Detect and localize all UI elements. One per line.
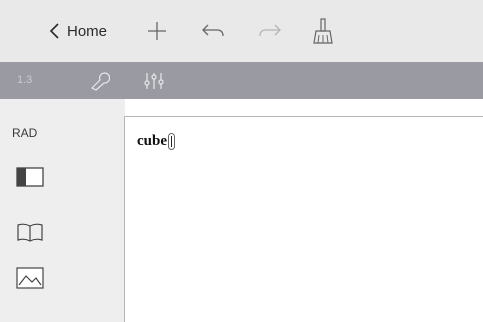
cursor-placeholder[interactable]: [168, 133, 175, 150]
home-button[interactable]: Home: [44, 0, 107, 62]
sliders-icon: [144, 72, 164, 89]
settings-button[interactable]: [143, 62, 165, 99]
angle-mode-indicator[interactable]: RAD: [12, 126, 37, 140]
page-gutter: [70, 99, 125, 322]
redo-button[interactable]: [255, 0, 285, 62]
notes-button[interactable]: [16, 222, 44, 247]
chevron-left-icon: [49, 23, 59, 39]
layout-button[interactable]: [16, 167, 44, 192]
home-label: Home: [67, 22, 108, 40]
tool-strip: 1.3: [0, 62, 483, 99]
undo-icon: [202, 24, 224, 37]
broom-icon: [313, 18, 333, 44]
clear-button[interactable]: [308, 0, 338, 62]
graphs-button[interactable]: [16, 267, 44, 294]
image-icon: [16, 267, 44, 289]
plus-icon: [148, 22, 166, 40]
left-rail: RAD: [0, 99, 70, 322]
wrench-icon: [90, 71, 110, 91]
redo-icon: [259, 24, 281, 37]
entry-line[interactable]: cube: [137, 133, 175, 150]
top-navigation-bar: Home: [0, 0, 483, 62]
add-button[interactable]: [142, 0, 172, 62]
calculator-document[interactable]: cube: [124, 116, 483, 322]
page-number[interactable]: 1.3: [17, 62, 32, 99]
panel-layout-icon: [16, 167, 44, 187]
book-icon: [17, 223, 43, 242]
undo-button[interactable]: [198, 0, 228, 62]
tools-button[interactable]: [88, 62, 110, 99]
entry-text: cube: [137, 133, 167, 149]
